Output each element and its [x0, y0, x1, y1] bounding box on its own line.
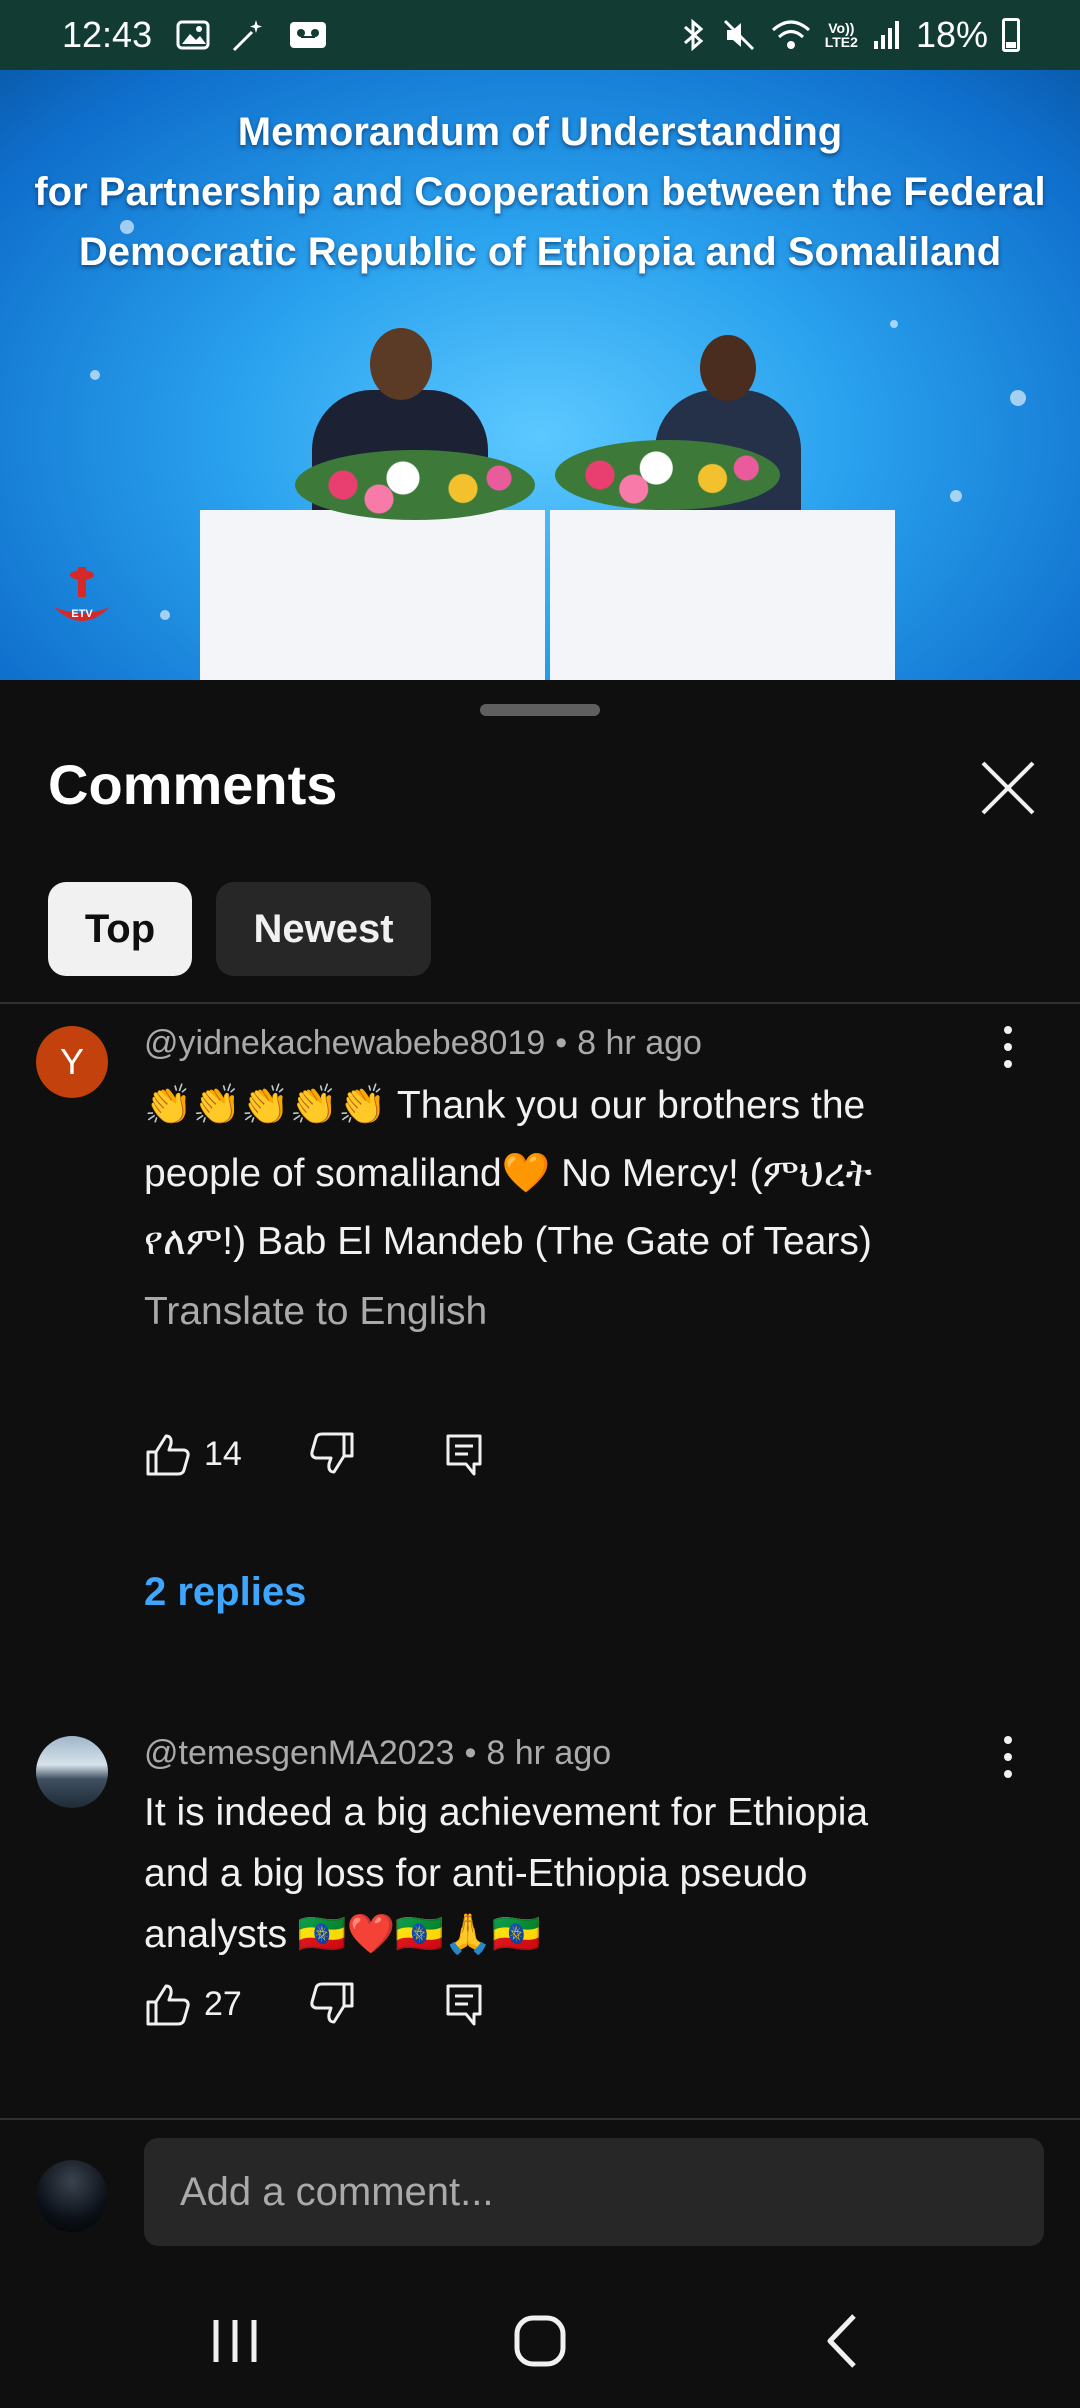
video-caption-line: Memorandum of Understanding [237, 110, 843, 154]
comment-author[interactable]: @temesgenMA2023 [144, 1734, 454, 1772]
magic-wand-icon [232, 20, 262, 52]
wifi-icon [771, 20, 810, 49]
video-caption-line: Democratic Republic of Ethiopia and Soma… [78, 230, 1002, 274]
avatar[interactable]: Y [36, 1026, 108, 1098]
podium-right [550, 510, 895, 680]
video-caption: Memorandum of Understanding for Partners… [0, 102, 1080, 282]
comment-text-line: people of somaliland🧡 No Mercy! (ምህረት [144, 1152, 872, 1195]
dislike-icon[interactable] [308, 1980, 356, 2028]
signal-icon [873, 21, 899, 49]
view-replies-button[interactable]: 2 replies [144, 1570, 306, 1615]
filter-newest-chip[interactable]: Newest [216, 882, 431, 976]
translate-link[interactable]: Translate to English [144, 1290, 487, 1334]
comment-author[interactable]: @yidnekachewabebe8019 [144, 1024, 545, 1062]
home-icon[interactable] [505, 2306, 575, 2376]
reply-icon[interactable] [440, 1980, 488, 2028]
lte-label: LTE2 [824, 34, 858, 50]
comment-text-line: It is indeed a big achievement for Ethio… [144, 1791, 869, 1834]
system-nav-bar [0, 2270, 1080, 2408]
comment-text-line: analysts 🇪🇹❤️🇪🇹🙏🇪🇹 [144, 1913, 541, 1956]
bluetooth-icon [683, 18, 704, 52]
dislike-icon[interactable] [308, 1430, 356, 1478]
back-icon[interactable] [808, 2306, 878, 2376]
etv-logo-icon: ETV [54, 567, 110, 621]
etv-logo-text: ETV [71, 608, 93, 620]
add-comment-input[interactable] [144, 2138, 1044, 2246]
podium-left [200, 510, 545, 680]
comments-title: Comments [48, 753, 338, 816]
divider [0, 2118, 1080, 2120]
user-avatar[interactable] [36, 2160, 108, 2232]
like-icon[interactable] [144, 1430, 192, 1478]
comment-text: It is indeed a big achievement for Ethio… [144, 1782, 1004, 1965]
mute-icon [723, 19, 754, 51]
comment-time: 8 hr ago [577, 1024, 702, 1062]
gallery-icon [176, 20, 210, 50]
flower-arrangement [555, 440, 780, 510]
status-time: 12:43 [62, 14, 153, 55]
more-options-icon[interactable] [1000, 1732, 1016, 1782]
like-icon[interactable] [144, 1980, 192, 2028]
flower-arrangement [295, 450, 535, 520]
like-count: 27 [204, 1984, 242, 2023]
comment-text-line: የለም!) Bab El Mandeb (The Gate of Tears) [144, 1220, 872, 1263]
video-caption-line: for Partnership and Cooperation between … [34, 170, 1046, 214]
recents-icon[interactable] [200, 2306, 270, 2376]
more-options-icon[interactable] [1000, 1022, 1016, 1072]
battery-icon [1002, 18, 1020, 52]
comment-time: 8 hr ago [486, 1734, 612, 1772]
status-bar: 12:43 Vo)) LTE2 18% [0, 0, 1080, 70]
comment-text-line: and a big loss for anti-Ethiopia pseudo [144, 1852, 808, 1895]
close-icon[interactable] [975, 755, 1041, 821]
video-player[interactable]: Memorandum of Understanding for Partners… [0, 70, 1080, 680]
drag-handle[interactable] [480, 704, 600, 716]
reply-icon[interactable] [440, 1430, 488, 1478]
divider [0, 1002, 1080, 1004]
battery-percent: 18% [915, 14, 988, 55]
volte-label: Vo)) [828, 20, 855, 36]
avatar[interactable] [36, 1736, 108, 1808]
voicemail-icon [290, 22, 326, 48]
comment-text: 👏👏👏👏👏 Thank you our brothers the people … [144, 1072, 1004, 1276]
filter-top-chip[interactable]: Top [48, 882, 192, 976]
like-count: 14 [204, 1434, 242, 1473]
comment-text-line: 👏👏👏👏👏 Thank you our brothers the [144, 1084, 866, 1127]
